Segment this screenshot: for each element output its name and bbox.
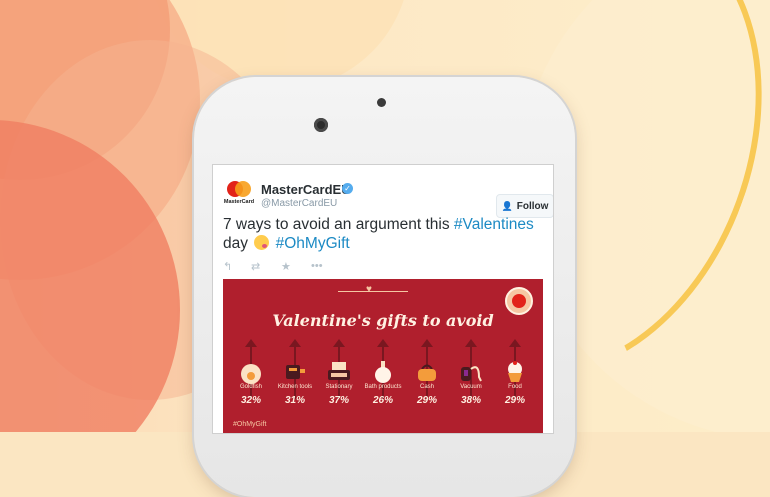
mastercard-logo-icon[interactable]: MasterCard	[223, 179, 255, 207]
infographic-hashtag: #OhMyGift	[233, 421, 267, 428]
add-user-icon: 👤	[501, 201, 513, 211]
cupcake-icon	[500, 357, 530, 387]
gift-item: Stationary 37%	[317, 339, 361, 419]
goldfish-bowl-icon	[236, 357, 266, 387]
gift-items: Goldfish 32% Kitchen tools 31% Stationar…	[229, 339, 539, 419]
gift-item: Food 29%	[493, 339, 537, 419]
gift-label: Food	[508, 384, 522, 390]
purse-icon	[412, 357, 442, 387]
phone-camera	[314, 118, 328, 132]
hashtag-link[interactable]: #OhMyGift	[276, 235, 350, 252]
reply-icon[interactable]: ↰	[223, 260, 232, 273]
tweet-text-part: day	[223, 235, 253, 252]
phone-screen: MasterCard MasterCardEU ✓ @MasterCardEU …	[212, 164, 554, 434]
phone-speaker	[377, 98, 386, 107]
gift-value: 29%	[504, 395, 525, 406]
display-name[interactable]: MasterCardEU	[261, 182, 351, 197]
retweet-icon[interactable]: ⇄	[251, 260, 260, 273]
bath-bottle-icon	[368, 357, 398, 387]
arrow-heart-decoration: ♥	[338, 284, 408, 296]
heart-icon: ♥	[366, 284, 372, 295]
kitchen-tools-icon	[280, 357, 310, 387]
hashtag-link[interactable]: #Valentines	[454, 216, 534, 233]
gift-item: Vacuum 38%	[449, 339, 493, 419]
tweet-text-part: 7 ways to avoid an argument this	[223, 216, 454, 233]
more-icon[interactable]: •••	[311, 260, 323, 272]
user-handle[interactable]: @MasterCardEU	[261, 198, 337, 209]
infographic-title: Valentine's gifts to avoid	[272, 311, 494, 330]
logo-text: MasterCard	[223, 199, 255, 205]
gift-item: Goldfish 32%	[229, 339, 273, 419]
typewriter-icon	[324, 357, 354, 387]
gift-item: Cash 29%	[405, 339, 449, 419]
favorite-star-icon[interactable]: ★	[281, 260, 291, 273]
gift-item: Bath products 26%	[361, 339, 405, 419]
verified-badge-icon: ✓	[342, 183, 353, 194]
tweet-header: MasterCard MasterCardEU ✓ @MasterCardEU …	[223, 179, 553, 218]
follow-label: Follow	[516, 201, 549, 212]
vacuum-icon	[456, 357, 486, 387]
gift-item: Kitchen tools 31%	[273, 339, 317, 419]
infographic-image[interactable]: ♥ Valentine's gifts to avoid Goldfish 32…	[223, 279, 543, 433]
tweet-text: 7 ways to avoid an argument this #Valent…	[223, 215, 545, 253]
winking-emoji-icon	[254, 235, 270, 250]
